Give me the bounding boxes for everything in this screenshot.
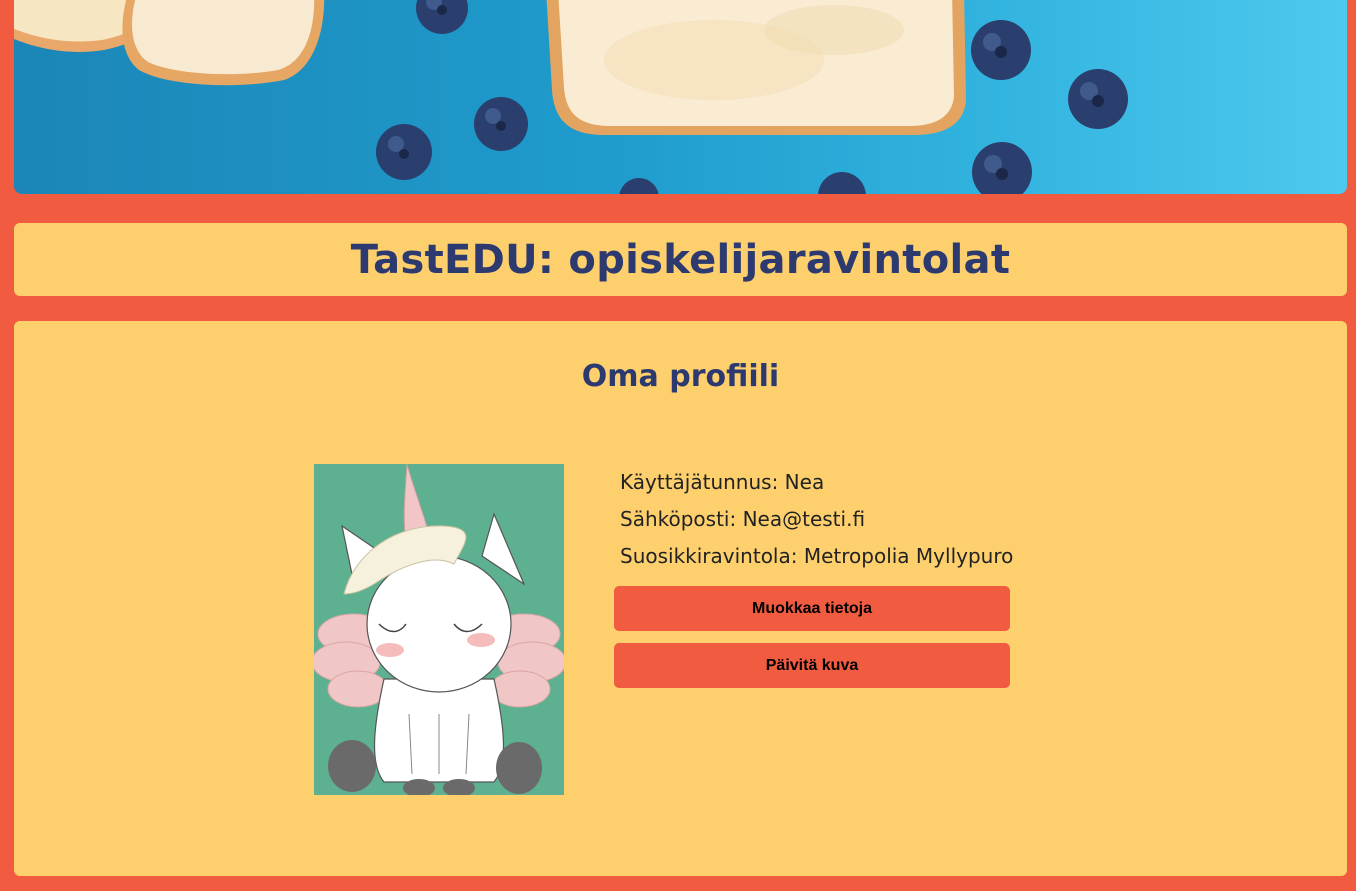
profile-panel: Oma profiili Käyttäjätunnus: Nea Sähköpo…	[14, 321, 1347, 876]
favorite-restaurant-value: Metropolia Myllypuro	[803, 544, 1014, 568]
update-image-button[interactable]: Päivitä kuva	[614, 643, 1010, 688]
favorite-restaurant-row: Suosikkiravintola: Metropolia Myllypuro	[620, 541, 1013, 578]
favorite-restaurant-label: Suosikkiravintola:	[620, 544, 798, 568]
username-value: Nea	[784, 470, 825, 494]
banner-image	[14, 0, 1347, 194]
email-value: Nea@testi.fi	[742, 507, 866, 531]
email-label: Sähköposti:	[620, 507, 737, 531]
profile-avatar	[314, 464, 564, 795]
profile-heading: Oma profiili	[581, 359, 780, 394]
username-label: Käyttäjätunnus:	[620, 470, 779, 494]
email-row: Sähköposti: Nea@testi.fi	[620, 504, 1013, 541]
site-header: TastEDU: opiskelijaravintolat	[14, 223, 1347, 296]
username-row: Käyttäjätunnus: Nea	[620, 467, 1013, 504]
profile-info: Käyttäjätunnus: Nea Sähköposti: Nea@test…	[620, 467, 1013, 578]
edit-profile-button[interactable]: Muokkaa tietoja	[614, 586, 1010, 631]
site-title: TastEDU: opiskelijaravintolat	[350, 236, 1011, 283]
